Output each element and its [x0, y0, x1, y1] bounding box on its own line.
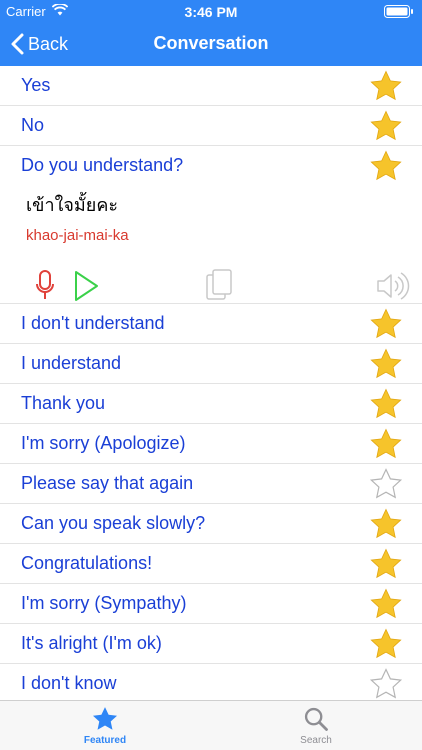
thai-translation: เข้าใจมั้ยคะ	[26, 195, 119, 215]
star-outline-icon[interactable]	[369, 667, 403, 700]
star-filled-icon[interactable]	[369, 69, 403, 103]
star-icon	[92, 707, 118, 730]
tab-search[interactable]: Search	[266, 705, 366, 750]
phrase-text: Yes	[21, 75, 51, 95]
phrase-text: Do you understand?	[21, 155, 184, 175]
navigation-bar: Back Conversation	[0, 22, 422, 66]
star-outline-icon[interactable]	[369, 467, 403, 501]
star-filled-icon[interactable]	[369, 387, 403, 421]
star-filled-icon[interactable]	[369, 427, 403, 461]
star-filled-icon[interactable]	[369, 347, 403, 381]
phrase-row[interactable]: I don't know	[0, 664, 422, 700]
star-filled-icon[interactable]	[369, 149, 403, 183]
play-icon[interactable]	[72, 268, 100, 304]
romanization-text: khao-jai-mai-ka	[26, 227, 129, 244]
star-filled-icon[interactable]	[369, 547, 403, 581]
status-bar: Carrier 3:46 PM	[0, 0, 422, 22]
phrase-text: Thank you	[21, 393, 106, 413]
microphone-icon[interactable]	[34, 268, 56, 304]
phrase-text: Can you speak slowly?	[21, 513, 206, 533]
phrase-list: Yes No Do you understand? เข้าใจมั้ยคะ khao-…	[0, 66, 422, 700]
phrase-row[interactable]: I don't understand	[0, 304, 422, 344]
speaker-icon[interactable]	[374, 268, 410, 304]
phrase-row[interactable]: It's alright (I'm ok)	[0, 624, 422, 664]
phrase-row[interactable]: I'm sorry (Apologize)	[0, 424, 422, 464]
tab-featured-label: Featured	[83, 735, 127, 746]
phrase-text: I understand	[21, 353, 122, 373]
copy-icon[interactable]	[204, 268, 234, 304]
phrase-text: I'm sorry (Sympathy)	[21, 593, 187, 613]
phrase-row[interactable]: Can you speak slowly?	[0, 504, 422, 544]
header: Carrier 3:46 PM Back Conversation	[0, 0, 422, 66]
phrase-row[interactable]: Do you understand? เข้าใจมั้ยคะ khao-jai-m…	[0, 146, 422, 304]
star-filled-icon[interactable]	[369, 307, 403, 341]
star-filled-icon[interactable]	[369, 627, 403, 661]
tab-search-label: Search	[300, 735, 332, 746]
phrase-row[interactable]: I understand	[0, 344, 422, 384]
phrase-row[interactable]: Congratulations!	[0, 544, 422, 584]
phrase-text: Congratulations!	[21, 553, 153, 573]
clock: 3:46 PM	[184, 4, 238, 20]
page-title: Conversation	[153, 33, 269, 53]
star-filled-icon[interactable]	[369, 507, 403, 541]
phrase-row[interactable]: Yes	[0, 66, 422, 106]
star-filled-icon[interactable]	[369, 587, 403, 621]
battery-icon	[384, 5, 414, 21]
phrase-text: I don't know	[21, 673, 117, 693]
phrase-actions	[0, 268, 422, 304]
phrase-text: I don't understand	[21, 313, 165, 333]
phrase-text: No	[21, 115, 45, 135]
phrase-text: I'm sorry (Apologize)	[21, 433, 186, 453]
app-screen: Carrier 3:46 PM Back Conversation Yes No…	[0, 0, 422, 750]
magnifier-icon	[304, 707, 328, 731]
tab-featured[interactable]: Featured	[55, 705, 155, 750]
phrase-row[interactable]: Thank you	[0, 384, 422, 424]
phrase-text: It's alright (I'm ok)	[21, 633, 162, 653]
phrase-row[interactable]: I'm sorry (Sympathy)	[0, 584, 422, 624]
phrase-row[interactable]: Please say that again	[0, 464, 422, 504]
phrase-row[interactable]: No	[0, 106, 422, 146]
tab-bar: Featured Search	[0, 700, 422, 750]
phrase-text: Please say that again	[21, 473, 194, 493]
star-filled-icon[interactable]	[369, 109, 403, 143]
